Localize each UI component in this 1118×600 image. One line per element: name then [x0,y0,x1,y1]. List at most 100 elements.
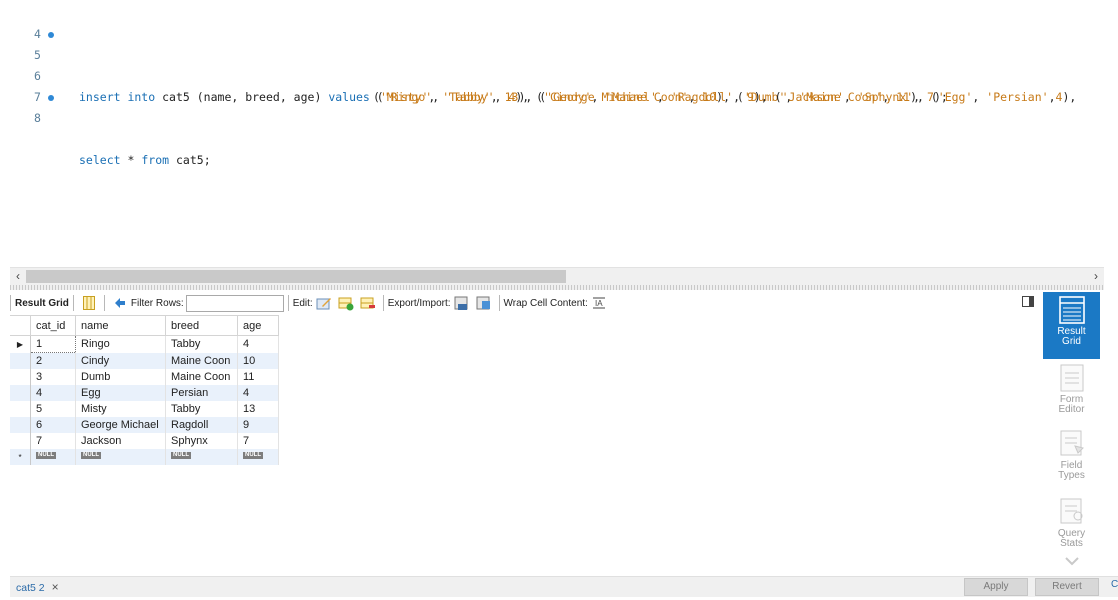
form-editor-icon [1060,364,1083,392]
row-selector[interactable] [10,433,31,449]
current-row-icon[interactable]: ▶ [10,335,31,353]
cell-age[interactable]: 13 [237,401,279,417]
cell-cat-id[interactable]: 1 [30,335,76,353]
cell-age[interactable]: 10 [237,352,279,369]
delete-row-icon[interactable] [360,295,376,311]
null-badge: NULL [243,452,263,459]
edit-label: Edit: [292,297,313,309]
cell-breed[interactable]: Tabby [165,335,238,353]
cell-name[interactable]: Ringo [75,335,166,353]
table-row[interactable]: 3 Dumb Maine Coon 11 [10,369,279,385]
cell-age[interactable]: 11 [237,369,279,385]
row-selector-header[interactable] [10,315,31,336]
cell-age[interactable]: 4 [237,385,279,401]
cell-breed[interactable]: Maine Coon [165,369,238,385]
table-row[interactable]: 4 Egg Persian 4 [10,385,279,401]
row-selector[interactable] [10,401,31,417]
wrap-cell-content-label: Wrap Cell Content: [503,297,588,309]
cell-name[interactable]: Jackson [75,433,166,449]
toggle-panel-icon[interactable] [1022,296,1034,307]
scroll-down-icon[interactable] [1043,556,1100,572]
form-editor-label-2: Editor [1058,404,1085,415]
close-tab-icon[interactable]: × [52,580,59,594]
table-row[interactable]: ▶ 1 Ringo Tabby 4 [10,335,279,353]
query-stats-icon [1060,498,1082,524]
cell-cat-id[interactable]: 3 [30,369,76,385]
row-selector[interactable] [10,369,31,385]
cell-cat-id[interactable]: 5 [30,401,76,417]
cell-name[interactable]: NULL [75,449,166,465]
cell-name[interactable]: Misty [75,401,166,417]
cell-name[interactable]: Dumb [75,369,166,385]
cell-name[interactable]: Egg [75,385,166,401]
field-types-button[interactable]: Field Types [1043,430,1100,488]
result-grid-label[interactable]: Result Grid [15,298,69,309]
scroll-left-icon[interactable]: ‹ [10,268,26,285]
sql-editor[interactable]: 4 5 insert into cat5 (name, breed, age) … [10,0,1104,266]
line-8: 8 select * from cat5; [10,87,211,167]
cell-cat-id[interactable]: NULL [30,449,76,465]
table-row[interactable]: 2 Cindy Maine Coon 10 [10,352,279,369]
cell-name[interactable]: Cindy [75,352,166,369]
editor-horizontal-scrollbar[interactable]: ‹ › [10,267,1104,285]
table-row[interactable]: 5 Misty Tabby 13 [10,401,279,417]
cell-cat-id[interactable]: 2 [30,352,76,369]
tab-cat5-2[interactable]: cat5 2 × [10,577,59,597]
column-header-cat-id[interactable]: cat_id [30,315,76,336]
table-row[interactable]: 6 George Michael Ragdoll 9 [10,417,279,433]
pane-splitter[interactable] [10,285,1104,290]
cell-cat-id[interactable]: 7 [30,433,76,449]
null-badge: NULL [36,452,56,459]
cell-breed[interactable]: Persian [165,385,238,401]
scroll-right-icon[interactable]: › [1088,268,1104,285]
form-editor-button[interactable]: Form Editor [1043,364,1100,422]
cell-cat-id[interactable]: 6 [30,417,76,433]
insert-continuation: ('Misty', 'Tabby', 13), ('George Michael… [373,90,948,104]
row-selector[interactable] [10,385,31,401]
truncated-edge-text: C [1111,579,1118,590]
cell-cat-id[interactable]: 4 [30,385,76,401]
keyword: from [141,153,170,167]
wrap-text-icon[interactable]: IA [591,295,607,311]
result-grid: cat_id name breed age ▶ 1 Ringo Tabby 4 … [10,315,279,465]
separator [103,295,105,311]
cell-breed[interactable]: Sphynx [165,433,238,449]
table-row[interactable]: 7 Jackson Sphynx 7 [10,433,279,449]
grid-layout-icon[interactable] [81,295,97,311]
cell-age[interactable]: NULL [237,449,279,465]
row-selector[interactable] [10,352,31,369]
new-row-icon[interactable]: * [10,449,31,465]
cell-age[interactable]: 4 [237,335,279,353]
cell-age[interactable]: 9 [237,417,279,433]
column-header-breed[interactable]: breed [165,315,238,336]
result-toolbar: Result Grid Filter Rows: Edit: Export/Im… [10,292,1042,314]
scroll-thumb[interactable] [26,270,566,283]
cell-breed[interactable]: Maine Coon [165,352,238,369]
column-header-age[interactable]: age [237,315,279,336]
filter-rows-input[interactable] [185,294,284,312]
column-header-name[interactable]: name [75,315,166,336]
revert-button[interactable]: Revert [1035,578,1099,596]
string-literal: 'George Michael' [546,90,657,104]
string-literal: 'Ragdoll' [670,90,734,104]
query-stats-button[interactable]: Query Stats [1043,498,1100,556]
import-icon[interactable] [476,295,492,311]
filter-rows-label: Filter Rows: [130,297,184,309]
cell-breed[interactable]: Ragdoll [165,417,238,433]
edit-row-icon[interactable] [316,295,332,311]
statement-marker-icon [48,32,54,38]
null-badge: NULL [171,452,191,459]
add-row-icon[interactable] [338,295,354,311]
new-row[interactable]: * NULL NULL NULL NULL [10,449,279,465]
result-grid-view-button[interactable]: Result Grid [1043,292,1100,359]
apply-button[interactable]: Apply [964,578,1028,596]
cell-age[interactable]: 7 [237,433,279,449]
export-icon[interactable] [454,295,470,311]
string-literal: 'Tabby' [442,90,491,104]
cell-breed[interactable]: NULL [165,449,238,465]
refresh-icon[interactable] [112,295,128,311]
cell-breed[interactable]: Tabby [165,401,238,417]
row-selector[interactable] [10,417,31,433]
field-types-label-2: Types [1058,470,1085,481]
cell-name[interactable]: George Michael [75,417,166,433]
